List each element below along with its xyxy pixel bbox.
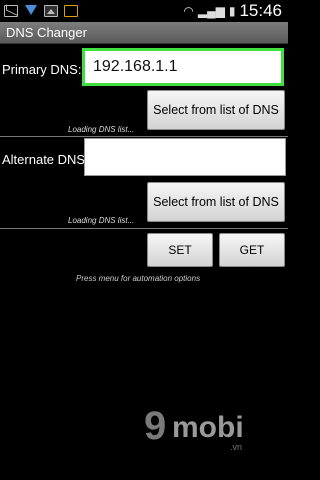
notification-icons [0,5,78,17]
primary-dns-label: Primary DNS: [2,62,82,77]
get-button[interactable]: GET [219,233,285,267]
watermark-suffix: .vn [230,442,243,452]
alternate-dns-input[interactable] [84,138,286,176]
watermark-brand: mobi [172,411,244,444]
watermark-logo: 9 mobi .vn [144,404,264,454]
system-icons: ◠ ▂▄▆ ▮ 15:46 [183,1,288,21]
automation-hint: Press menu for automation options [76,274,201,283]
signal-icon: ▂▄▆ [197,4,225,18]
divider [0,136,288,137]
app-title-bar: DNS Changer [0,22,288,44]
divider [0,228,288,229]
wifi-icon: ◠ [183,4,194,18]
clock: 15:46 [239,1,282,20]
image-icon [44,5,58,17]
alternate-select-dns-button[interactable]: Select from list of DNS [147,182,285,222]
tools-icon [64,5,78,17]
alternate-dns-label: Alternate DNS: [2,152,89,167]
status-bar: ◠ ▂▄▆ ▮ 15:46 [0,0,288,22]
watermark-nine: 9 [144,404,167,448]
primary-loading-text: Loading DNS list... [68,125,135,134]
set-button[interactable]: SET [147,233,213,267]
mail-icon [4,5,18,17]
app-title: DNS Changer [6,25,87,40]
battery-icon: ▮ [228,4,236,18]
primary-dns-input[interactable]: 192.168.1.1 [82,48,284,86]
alternate-loading-text: Loading DNS list... [68,216,135,225]
primary-dns-value: 192.168.1.1 [93,58,178,75]
download-icon [24,5,38,17]
primary-select-dns-button[interactable]: Select from list of DNS [147,90,285,130]
